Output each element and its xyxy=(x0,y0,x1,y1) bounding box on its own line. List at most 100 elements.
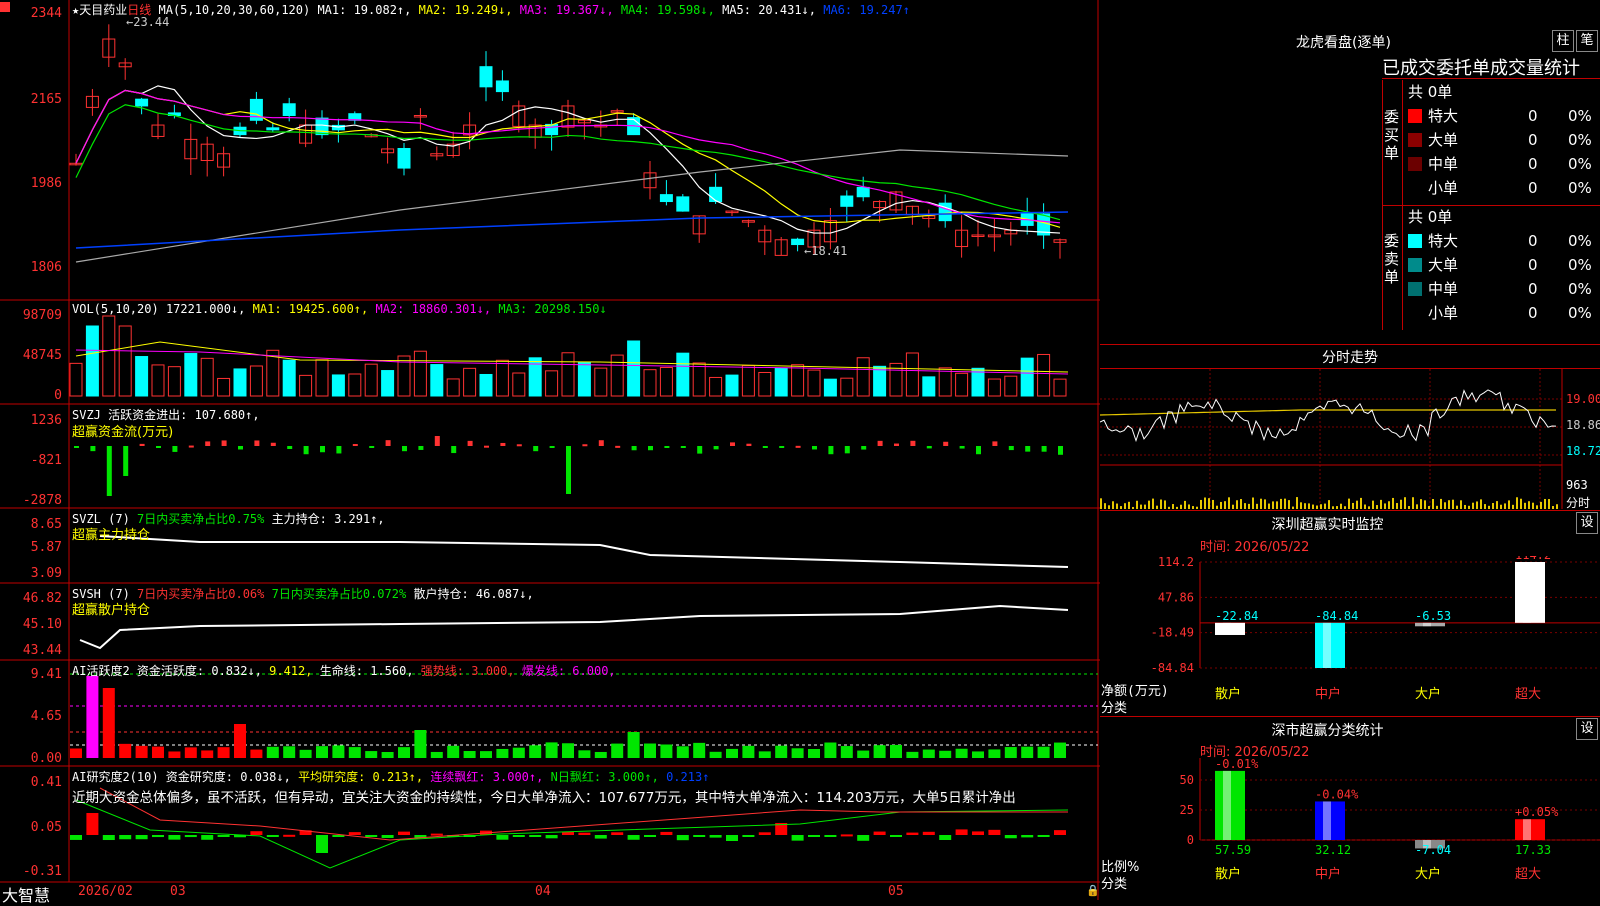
ai2-bar xyxy=(1021,835,1034,838)
intraday-price-line xyxy=(1100,389,1557,443)
class-settings-button[interactable]: 设 xyxy=(1576,718,1598,740)
stock-name[interactable]: 天目药业 xyxy=(79,3,127,17)
color-swatch xyxy=(1408,181,1422,195)
intraday-volume-bar xyxy=(1100,498,1102,509)
svzj-bar xyxy=(959,446,965,449)
date-tick: 03 xyxy=(170,884,186,899)
intraday-volume-bar xyxy=(1320,504,1322,509)
volume-ma-line xyxy=(75,341,1069,373)
intraday-volume-bar xyxy=(1272,501,1274,509)
intraday-volume-bar xyxy=(1452,499,1454,509)
monitor-chart[interactable]: 114.2 47.86 -18.49 -84.84 -22.84 散户 -84.84 中户 -6… xyxy=(1100,556,1600,716)
y-tick: 98709 xyxy=(22,308,62,323)
ai2-bar xyxy=(972,831,984,835)
intraday-volume-bar xyxy=(1276,501,1278,509)
buy-row: 中单 0 0% xyxy=(1408,152,1600,176)
intraday-volume-bar xyxy=(1292,506,1294,509)
intraday-volume-bar xyxy=(1544,498,1546,509)
intraday-volume-bar xyxy=(1268,503,1270,509)
volume-bar xyxy=(594,367,608,397)
volume-bar xyxy=(791,364,805,397)
intraday-volume-bar xyxy=(1228,497,1230,509)
low-marker: ←18.41 xyxy=(804,244,848,258)
ai1-bar xyxy=(266,746,279,758)
intraday-volume-bar xyxy=(1492,503,1494,509)
candle-body xyxy=(840,195,854,207)
ai2-bar xyxy=(660,831,673,835)
svzj-bar xyxy=(287,446,293,450)
svzj-bar xyxy=(877,440,883,446)
intraday-volume-bar xyxy=(1392,497,1394,509)
class-chart[interactable]: 7550250-0.01%散户-0.04%中户大户+0.05%超大57.5932… xyxy=(1100,758,1600,900)
svzj-bar xyxy=(418,446,424,450)
svzj-bar xyxy=(451,446,457,454)
intraday-volume-bar xyxy=(1488,505,1490,509)
intraday-volume-bar xyxy=(1304,503,1306,509)
svzj-bar xyxy=(812,446,817,450)
ai1-header: AI活跃度2 资金活跃度: 0.832↓, 9.412, 生命线: 1.560,… xyxy=(72,664,616,678)
svzj-bar xyxy=(90,446,96,452)
volume-bar xyxy=(659,366,673,397)
volume-bar xyxy=(1053,378,1067,397)
intraday-volume-bar xyxy=(1172,504,1174,509)
volume-bar xyxy=(709,376,723,397)
moving-average-lines xyxy=(75,85,1069,263)
tick-toggle-button[interactable]: 笔 xyxy=(1576,30,1598,52)
y-tick: 48745 xyxy=(22,348,62,363)
ai1-bar xyxy=(972,751,984,758)
buy-row: 小单 0 0% xyxy=(1408,176,1600,200)
intraday-volume-bar xyxy=(1108,505,1110,509)
ma5-value: MA5: 20.431↓, xyxy=(722,3,816,17)
monitor-settings-button[interactable]: 设 xyxy=(1576,512,1598,534)
intraday-chart[interactable] xyxy=(1100,369,1600,509)
y-tick: 45.10 xyxy=(22,617,62,632)
ai2-bar xyxy=(102,835,115,841)
candle-body xyxy=(495,80,509,93)
ma-label: MA(5,10,20,30,60,120) xyxy=(158,3,311,17)
bar-toggle-button[interactable]: 柱 xyxy=(1552,30,1574,52)
ai1-bar xyxy=(693,742,706,758)
svzj-bar xyxy=(992,441,998,446)
ai2-bar xyxy=(545,835,558,839)
chart-area-svg[interactable] xyxy=(0,0,1100,900)
ai2-bar xyxy=(1004,835,1017,839)
ai2-bar xyxy=(348,832,361,835)
lock-icon[interactable]: 🔒 xyxy=(1086,884,1100,897)
intraday-volume-bar xyxy=(1464,504,1466,509)
svzj-bar xyxy=(106,446,112,496)
sell-row: 小单 0 0% xyxy=(1408,301,1600,325)
intraday-volume-bar xyxy=(1316,505,1318,509)
ai2-bar xyxy=(857,835,870,841)
volume-bar xyxy=(135,356,149,397)
intraday-volume-bar xyxy=(1540,501,1542,509)
ai1-bar xyxy=(152,746,164,758)
intraday-volume-bar xyxy=(1404,497,1406,509)
svzj-bar xyxy=(615,445,621,448)
ai2-bar xyxy=(873,831,886,835)
intraday-tick: 18.72 xyxy=(1566,444,1600,458)
value-label: -7.04 xyxy=(1415,843,1451,857)
y-tick-label: 0 xyxy=(1187,833,1194,847)
category-label: 大户 xyxy=(1415,686,1441,702)
y-tick-label: 25 xyxy=(1180,803,1194,817)
svzj-bar xyxy=(500,442,506,446)
sell-row: 中单 0 0% xyxy=(1408,277,1600,301)
ai2-bar xyxy=(758,832,771,835)
svzj-bar xyxy=(1058,446,1063,455)
volume-bar xyxy=(1037,353,1051,397)
svzj-bar xyxy=(254,440,260,446)
volume-bar xyxy=(577,361,591,397)
svzj-bar xyxy=(746,443,752,446)
volume-bar xyxy=(676,352,690,397)
ai2-bar xyxy=(791,835,804,841)
ma3-value: MA3: 19.367↓, xyxy=(519,3,614,17)
intraday-volume-bar xyxy=(1344,506,1346,509)
svzl-subtitle: 超赢主力持仓 xyxy=(72,528,151,543)
bar-highlight xyxy=(1323,622,1331,668)
volume-bar xyxy=(167,366,181,397)
svzj-bar xyxy=(156,446,161,448)
bar-highlight xyxy=(1323,801,1331,840)
intraday-volume-bar xyxy=(1184,500,1186,509)
svzj-bar xyxy=(238,446,243,450)
y-tick-label: -84.84 xyxy=(1151,661,1194,675)
